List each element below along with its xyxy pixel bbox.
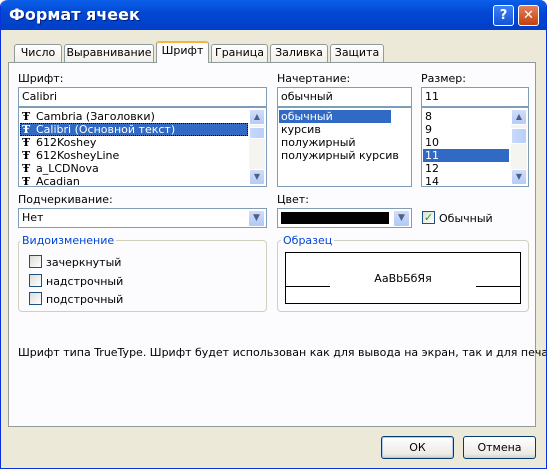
tab-border[interactable]: Граница: [211, 44, 268, 62]
size-item[interactable]: 10: [423, 136, 439, 149]
font-list-item-label: Acadian: [36, 175, 80, 188]
font-input-value: Calibri: [22, 90, 58, 103]
scroll-thumb[interactable]: [249, 127, 265, 139]
color-select[interactable]: ▼: [277, 208, 412, 228]
font-list-item[interactable]: Ŧa_LCDNova: [20, 162, 250, 175]
strikethrough-label: зачеркнутый: [46, 256, 122, 269]
preview-box: AaBbБбЯя: [285, 252, 521, 304]
dialog-title: Формат ячеек: [9, 5, 140, 24]
close-button[interactable]: ✕: [518, 5, 539, 26]
scroll-up-icon[interactable]: ▲: [249, 109, 265, 125]
help-button[interactable]: ?: [493, 5, 514, 26]
size-item[interactable]: 12: [423, 162, 439, 175]
preview-legend: Образец: [281, 234, 335, 247]
tab-font[interactable]: Шрифт: [156, 41, 209, 63]
font-style-input-value: обычный: [281, 90, 333, 103]
size-label: Размер:: [421, 72, 466, 85]
format-cells-dialog: Формат ячеек ? ✕ Число Выравнивание Шриф…: [0, 0, 547, 469]
effects-legend: Видоизменение: [20, 234, 117, 247]
scroll-down-icon[interactable]: ▼: [249, 169, 265, 185]
font-list-item[interactable]: Ŧ Cambria (Заголовки): [20, 110, 250, 123]
preview-sample-text: AaBbБбЯя: [374, 272, 432, 285]
font-list-item-label: a_LCDNova: [36, 162, 99, 175]
tab-fill[interactable]: Заливка: [270, 44, 328, 62]
font-list-item[interactable]: Ŧ 612KosheyLine: [20, 149, 250, 162]
font-style-item[interactable]: курсив: [279, 123, 321, 136]
truetype-icon: Ŧ: [22, 175, 31, 188]
strikethrough-checkbox[interactable]: [29, 255, 42, 268]
scroll-thumb[interactable]: [511, 128, 527, 144]
cancel-button[interactable]: Отмена: [463, 436, 536, 459]
truetype-icon: Ŧ: [22, 162, 31, 175]
size-list[interactable]: 8 9 10 11 12 14 ▲ ▼: [421, 107, 529, 188]
font-list-item[interactable]: Ŧ 612Koshey: [20, 136, 250, 149]
subscript-checkbox[interactable]: [29, 292, 42, 305]
underline-label: Подчеркивание:: [18, 193, 113, 206]
font-style-item[interactable]: полужирный курсив: [279, 149, 399, 162]
truetype-icon: Ŧ: [22, 136, 31, 149]
size-item-selected[interactable]: 11: [423, 149, 509, 162]
color-swatch: [281, 212, 389, 224]
tab-protection[interactable]: Защита: [330, 44, 384, 62]
normal-font-label: Обычный: [439, 212, 493, 225]
font-list[interactable]: Ŧ Cambria (Заголовки) Ŧ Calibri (Основной …: [18, 107, 267, 188]
size-item[interactable]: 8: [423, 110, 432, 123]
font-list-item-selected[interactable]: Ŧ Calibri (Основной текст): [20, 123, 248, 136]
truetype-icon: Ŧ: [22, 149, 31, 162]
tab-number[interactable]: Число: [14, 44, 62, 62]
superscript-checkbox[interactable]: [29, 274, 42, 287]
subscript-label: подстрочный: [46, 293, 124, 306]
font-input[interactable]: Calibri: [18, 87, 267, 107]
preview-baseline-left: [285, 286, 330, 287]
size-item[interactable]: 14: [423, 175, 439, 188]
font-style-item[interactable]: полужирный: [279, 136, 356, 149]
ok-button[interactable]: ОК: [381, 436, 454, 459]
font-list-scrollbar[interactable]: ▲ ▼: [249, 109, 265, 185]
font-list-item-label: 612KosheyLine: [36, 149, 120, 162]
size-list-scrollbar[interactable]: ▲ ▼: [511, 109, 527, 185]
tab-alignment[interactable]: Выравнивание: [64, 44, 154, 62]
font-style-label: Начертание:: [277, 72, 351, 85]
chevron-down-icon[interactable]: ▼: [393, 210, 410, 227]
truetype-icon: Ŧ: [22, 123, 31, 136]
normal-font-checkbox[interactable]: ✓: [422, 211, 435, 224]
superscript-label: надстрочный: [46, 275, 124, 288]
underline-select-value: Нет: [22, 211, 44, 224]
font-list-item[interactable]: Ŧ Acadian: [20, 175, 250, 188]
font-label: Шрифт:: [18, 72, 64, 85]
font-style-input[interactable]: обычный: [277, 87, 412, 107]
size-input-value: 11: [425, 90, 439, 103]
size-item[interactable]: 9: [423, 123, 432, 136]
font-list-item-label: 612Koshey: [36, 136, 97, 149]
font-style-item-selected[interactable]: обычный: [279, 110, 391, 123]
chevron-down-icon[interactable]: ▼: [248, 210, 265, 227]
truetype-info-text: Шрифт типа TrueType. Шрифт будет использ…: [18, 346, 547, 359]
preview-baseline-right: [476, 286, 521, 287]
font-list-item-label: Calibri (Основной текст): [36, 123, 176, 136]
font-list-item-label: Cambria (Заголовки): [36, 110, 155, 123]
scroll-up-icon[interactable]: ▲: [511, 109, 527, 125]
truetype-icon: Ŧ: [22, 110, 31, 123]
underline-select[interactable]: Нет ▼: [18, 208, 267, 228]
font-style-list[interactable]: обычный курсив полужирный полужирный кур…: [277, 107, 412, 187]
scroll-down-icon[interactable]: ▼: [511, 169, 527, 185]
title-bar[interactable]: Формат ячеек ? ✕: [1, 0, 546, 30]
size-input[interactable]: 11: [421, 87, 529, 107]
color-label: Цвет:: [277, 193, 309, 206]
